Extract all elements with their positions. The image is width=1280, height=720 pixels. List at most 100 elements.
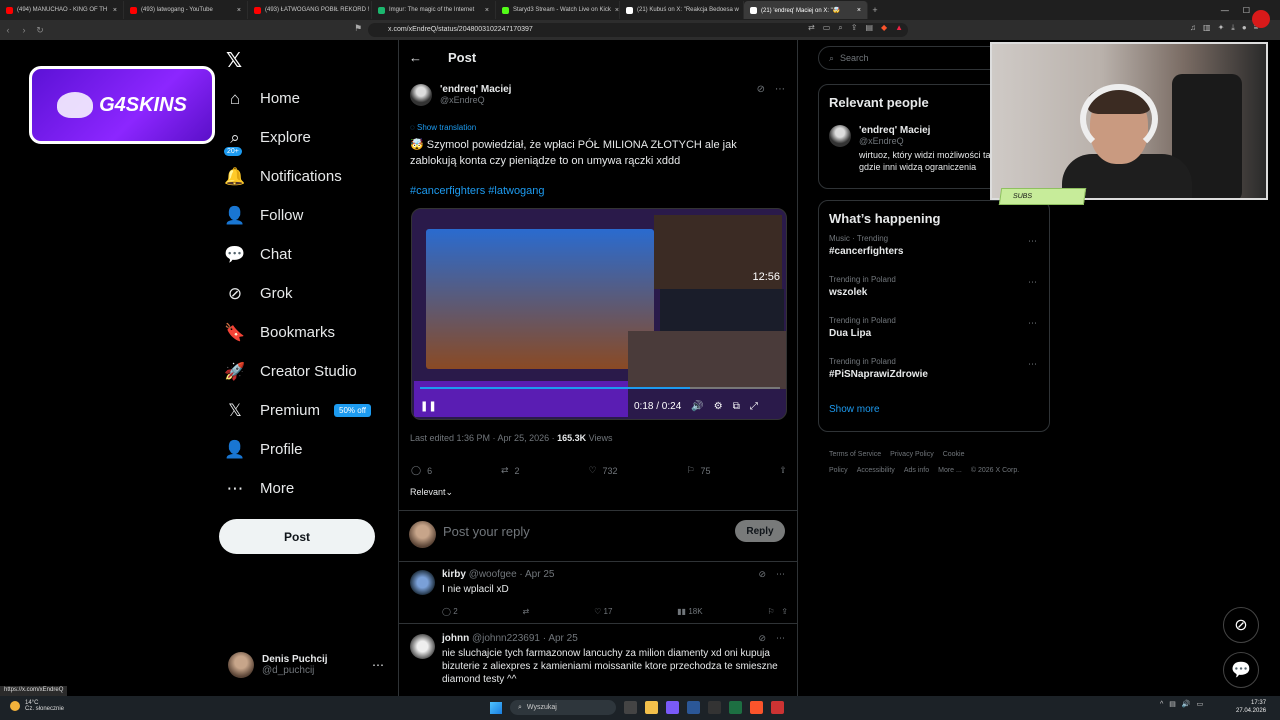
account-more-icon[interactable]: ⋯ (372, 658, 384, 672)
reply-action[interactable]: ◯ 2 (442, 607, 458, 616)
show-more-link[interactable]: Show more (819, 398, 1049, 427)
nav-item-grok[interactable]: ⊘ Grok (224, 274, 371, 313)
footer-link[interactable]: Ads info (904, 467, 929, 474)
share-action[interactable]: ⇪ (779, 465, 787, 476)
taskbar-search[interactable]: ⌕ Wyszukaj (510, 700, 616, 715)
tweet-hashtags[interactable]: #cancerfighters #latwogang (410, 185, 545, 197)
discord-icon[interactable] (666, 701, 679, 714)
close-icon[interactable]: × (857, 7, 861, 14)
reply-button[interactable]: Reply (735, 520, 785, 542)
brave-icon[interactable] (750, 701, 763, 714)
close-icon[interactable]: × (237, 7, 241, 14)
settings-icon[interactable]: ⚙ (714, 401, 723, 412)
battery-icon[interactable]: ▭ (1197, 700, 1204, 708)
brave-rewards-icon[interactable]: ▲ (895, 23, 903, 33)
sidebar-icon[interactable]: ▥ (1203, 23, 1211, 33)
more-icon[interactable]: ⋯ (775, 84, 785, 95)
browser-tab[interactable]: Imgur: The magic of the Internet × (372, 1, 496, 19)
back-nav-icon[interactable]: ‹ (0, 25, 16, 35)
more-icon[interactable]: ⋯ (1028, 277, 1037, 288)
nav-item-chat[interactable]: 💬 Chat (224, 235, 371, 274)
windows-start-icon[interactable] (490, 701, 502, 714)
steam-icon[interactable] (687, 701, 700, 714)
footer-link[interactable]: Terms of Service (829, 451, 881, 458)
browser-tab[interactable]: (21) 'endreq' Maciej on X: "🤯 × (744, 1, 868, 19)
show-translation-link[interactable]: ◌ Show translation (410, 123, 476, 132)
more-icon[interactable]: ⋯ (1028, 359, 1037, 370)
browser-tab[interactable]: (21) Kubuś on X: "Reakcja Bedoesa w× (620, 1, 744, 19)
nav-item-follow[interactable]: 👤 Follow (224, 196, 371, 235)
author-name[interactable]: 'endreq' Maciej (440, 84, 511, 95)
back-arrow-icon[interactable]: ← (409, 50, 422, 65)
browser-tab[interactable]: (494) MANUCHAO - KING OF TH × (0, 1, 124, 19)
extensions-icon[interactable]: ✦ (1218, 23, 1225, 33)
browser-tab[interactable]: Staryd3 Stream - Watch Live on Kick × (496, 1, 620, 19)
cast-icon[interactable]: ▭ (823, 23, 831, 33)
chat-fab-icon[interactable]: 💬 (1223, 652, 1259, 688)
file-explorer-icon[interactable] (645, 701, 658, 714)
forward-nav-icon[interactable]: › (16, 25, 32, 35)
grok-icon[interactable]: ⊘ (757, 84, 765, 95)
grok-icon[interactable]: ⊘ (758, 569, 766, 580)
repost-action[interactable]: ⇄ (523, 607, 530, 616)
tweet-video[interactable]: 12:56 ❚❚ 0:18 / 0:24 🔊 ⚙ ⧉ ⤢ (411, 208, 787, 420)
trend-item[interactable]: Trending in Poland Dua Lipa ⋯ (819, 316, 1049, 357)
repost-action[interactable]: ⇄ 2 (501, 465, 520, 476)
minimize-icon[interactable]: — (1221, 6, 1229, 15)
list-item[interactable]: kirby @woofgee · Apr 25 ⊘ ⋯ I nie wplacil… (399, 562, 797, 624)
nav-item-explore[interactable]: ⌕ Explore (224, 118, 371, 157)
grok-fab-icon[interactable]: ⊘ (1223, 607, 1259, 643)
post-button[interactable]: Post (219, 519, 375, 554)
downloads-icon[interactable]: ⤓ (1231, 23, 1235, 33)
like-action[interactable]: ♡ 17 (594, 607, 612, 616)
task-view-icon[interactable] (624, 701, 637, 714)
reload-icon[interactable]: ↻ (32, 25, 48, 36)
profile-browser-icon[interactable]: ● (1242, 23, 1247, 33)
chevron-up-icon[interactable]: ^ (1160, 701, 1163, 708)
video-progress-bar[interactable] (420, 387, 780, 389)
views-action[interactable]: ▮▮ 18K (677, 607, 702, 616)
more-icon[interactable]: ⋯ (776, 633, 785, 644)
comment-author[interactable]: kirby (442, 569, 466, 580)
footer-link[interactable]: © 2026 X Corp. (971, 467, 1019, 474)
share-icon[interactable]: ⇪ (851, 23, 858, 33)
volume-icon[interactable]: 🔊 (1182, 700, 1191, 708)
close-icon[interactable]: × (113, 7, 117, 14)
excel-icon[interactable] (729, 701, 742, 714)
weather-widget[interactable]: 14°C Cz. słonecznie (10, 700, 64, 712)
account-switcher[interactable]: Denis Puchcij @d_puchcij (228, 652, 328, 678)
footer-link[interactable]: More ... (938, 467, 962, 474)
obs-icon[interactable] (708, 701, 721, 714)
nav-item-profile[interactable]: 👤 Profile (224, 430, 371, 469)
clock[interactable]: 17:37 27.04.2026 (1236, 699, 1266, 715)
maximize-icon[interactable]: ☐ (1243, 6, 1250, 15)
trend-item[interactable]: Trending in Poland wszolek ⋯ (819, 275, 1049, 316)
zoom-icon[interactable]: ⌕ (838, 23, 842, 33)
nav-item-more[interactable]: ⋯ More (224, 469, 371, 508)
brave-shield-icon[interactable]: ◆ (881, 23, 887, 33)
pip-icon[interactable]: ⧉ (733, 401, 740, 412)
tweet-author[interactable]: 'endreq' Maciej @xEndreQ (410, 84, 511, 106)
nav-item-creator-studio[interactable]: 🚀 Creator Studio (224, 352, 371, 391)
browser-tab[interactable]: (493) latwogang - YouTube × (124, 1, 248, 19)
close-icon[interactable]: × (615, 7, 619, 14)
reply-input[interactable]: Post your reply (443, 524, 530, 539)
bookmark-page-icon[interactable]: ⚑ (354, 23, 362, 34)
more-icon[interactable]: ⋯ (1028, 236, 1037, 247)
browser-tab[interactable]: (493) ŁATWOGANG POBIŁ REKORD !× (248, 1, 372, 19)
footer-link[interactable]: Privacy Policy (890, 451, 934, 458)
pause-icon[interactable]: ❚❚ (420, 401, 437, 412)
nav-item-notifications[interactable]: 🔔 20+ Notifications (224, 147, 371, 196)
bookmark-action[interactable]: ⚐ 75 (686, 465, 710, 476)
network-icon[interactable]: ▤ (1169, 700, 1176, 708)
volume-icon[interactable]: 🔊 (691, 401, 703, 412)
translate-icon[interactable]: ⇄ (808, 23, 815, 33)
footer-link[interactable]: Accessibility (857, 467, 895, 474)
x-logo-icon[interactable]: 𝕏 (226, 48, 248, 72)
app-icon[interactable] (771, 701, 784, 714)
grok-icon[interactable]: ⊘ (758, 633, 766, 644)
media-icon[interactable]: ♫ (1190, 23, 1196, 33)
sort-replies-dropdown[interactable]: Relevant⌄ (410, 487, 453, 498)
close-icon[interactable]: × (485, 7, 489, 14)
trend-item[interactable]: Trending in Poland #PiSNaprawiZdrowie ⋯ (819, 357, 1049, 398)
